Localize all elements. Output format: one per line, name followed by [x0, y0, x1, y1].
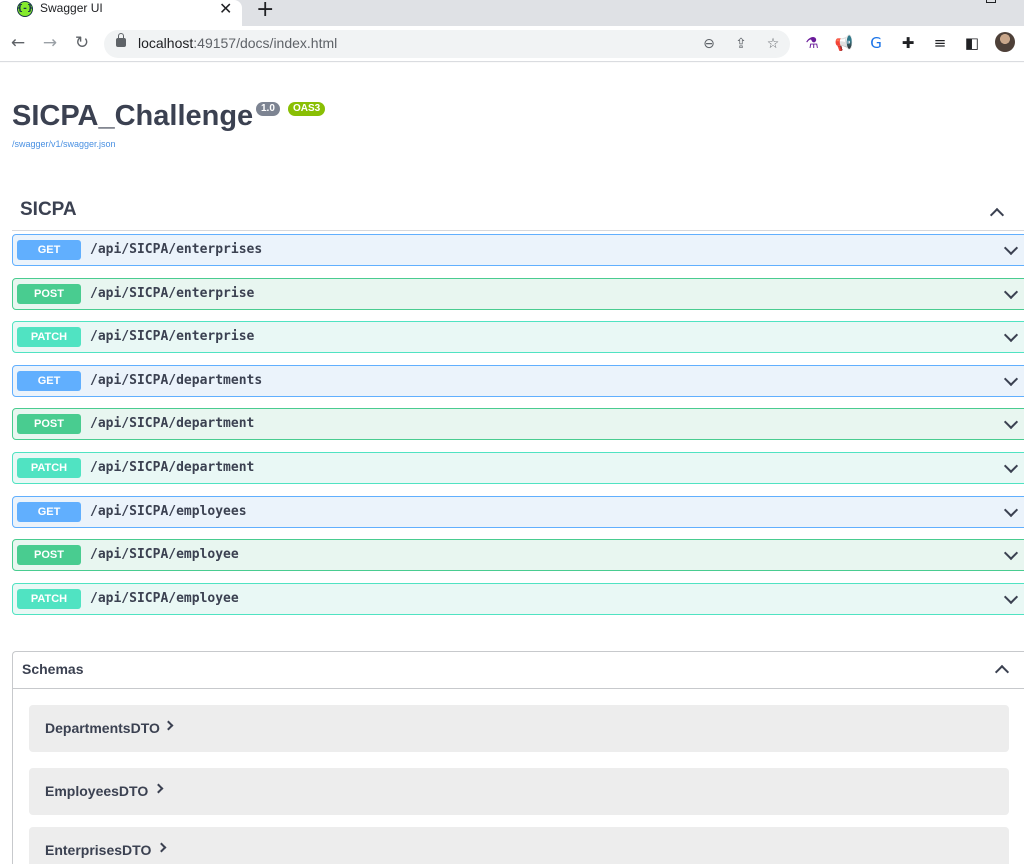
opblock-post[interactable]: POST/api/SICPA/enterprise: [12, 278, 1024, 310]
endpoint-path: /api/SICPA/employee: [90, 591, 239, 606]
expand-chevron-down-icon[interactable]: [1003, 502, 1019, 518]
opblock-patch[interactable]: PATCH/api/SICPA/department: [12, 452, 1024, 484]
browser-tab-bar: {-} Swagger UI ✕ +: [0, 0, 1024, 26]
schema-model-name: DepartmentsDTO: [45, 720, 160, 736]
endpoint-path: /api/SICPA/employee: [90, 547, 239, 562]
expand-chevron-down-icon[interactable]: [1003, 371, 1019, 387]
opblock-post[interactable]: POST/api/SICPA/department: [12, 408, 1024, 440]
zoom-icon[interactable]: ⊖: [698, 33, 720, 55]
expand-chevron-down-icon[interactable]: [1003, 327, 1019, 343]
address-bar[interactable]: localhost:49157/docs/index.html ⊖ ⇪ ☆: [104, 30, 790, 58]
http-method-badge: GET: [17, 240, 81, 260]
collapse-chevron-up-icon[interactable]: [989, 207, 1005, 223]
schema-model-row[interactable]: DepartmentsDTO: [29, 705, 1009, 752]
browser-tab[interactable]: {-} Swagger UI ✕: [0, 0, 242, 26]
profile-avatar[interactable]: [995, 32, 1015, 52]
endpoint-path: /api/SICPA/enterprise: [90, 286, 255, 301]
opblock-get[interactable]: GET/api/SICPA/departments: [12, 365, 1024, 397]
new-tab-icon[interactable]: +: [256, 0, 274, 22]
opblock-post[interactable]: POST/api/SICPA/employee: [12, 539, 1024, 571]
expand-chevron-right-icon[interactable]: [153, 783, 164, 794]
url-text: localhost:49157/docs/index.html: [138, 35, 338, 51]
translate-extension-icon[interactable]: G: [864, 31, 888, 55]
endpoint-path: /api/SICPA/department: [90, 460, 255, 475]
megaphone-extension-icon[interactable]: 📢: [832, 31, 856, 55]
version-badge: 1.0: [256, 102, 280, 116]
lock-icon: [116, 33, 126, 47]
schemas-title: Schemas: [22, 661, 84, 677]
opblock-get[interactable]: GET/api/SICPA/enterprises: [12, 234, 1024, 266]
schemas-section: Schemas DepartmentsDTO EmployeesDTO Enterp…: [12, 651, 1024, 864]
expand-chevron-down-icon[interactable]: [1003, 284, 1019, 300]
expand-chevron-right-icon[interactable]: [156, 842, 167, 853]
share-icon[interactable]: ⇪: [730, 33, 752, 55]
expand-chevron-down-icon[interactable]: [1003, 589, 1019, 605]
schema-model-name: EmployeesDTO: [45, 783, 149, 799]
http-method-badge: PATCH: [17, 589, 81, 609]
tag-name: SICPA: [20, 199, 77, 220]
side-panel-icon[interactable]: ◧: [960, 31, 984, 55]
endpoint-path: /api/SICPA/employees: [90, 504, 247, 519]
endpoint-path: /api/SICPA/departments: [90, 373, 263, 388]
extensions-puzzle-icon[interactable]: ✚: [896, 31, 920, 55]
http-method-badge: GET: [17, 502, 81, 522]
expand-chevron-down-icon[interactable]: [1003, 414, 1019, 430]
swagger-page: SICPA_Challenge 1.0 OAS3 /swagger/v1/swa…: [0, 63, 1024, 864]
swagger-favicon-icon: {-}: [17, 1, 33, 17]
collapse-chevron-up-icon[interactable]: [994, 664, 1010, 680]
api-title: SICPA_Challenge: [12, 100, 254, 132]
expand-chevron-right-icon[interactable]: [163, 720, 174, 731]
endpoint-path: /api/SICPA/enterprises: [90, 242, 263, 257]
expand-chevron-down-icon[interactable]: [1003, 545, 1019, 561]
schema-model-row[interactable]: EmployeesDTO: [29, 768, 1009, 815]
back-arrow-icon[interactable]: ←: [6, 31, 30, 55]
flask-extension-icon[interactable]: ⚗: [800, 31, 824, 55]
bookmark-star-icon[interactable]: ☆: [762, 33, 784, 55]
tag-section-header[interactable]: SICPA: [12, 190, 1024, 231]
endpoint-path: /api/SICPA/department: [90, 416, 255, 431]
opblock-get[interactable]: GET/api/SICPA/employees: [12, 496, 1024, 528]
expand-chevron-down-icon[interactable]: [1003, 458, 1019, 474]
reload-icon[interactable]: ↻: [70, 31, 94, 55]
schema-model-row[interactable]: EnterprisesDTO: [29, 827, 1009, 864]
browser-toolbar: ← → ↻ localhost:49157/docs/index.html ⊖ …: [0, 26, 1024, 62]
opblock-patch[interactable]: PATCH/api/SICPA/employee: [12, 583, 1024, 615]
endpoint-path: /api/SICPA/enterprise: [90, 329, 255, 344]
opblock-patch[interactable]: PATCH/api/SICPA/enterprise: [12, 321, 1024, 353]
swagger-json-link[interactable]: /swagger/v1/swagger.json: [12, 139, 116, 149]
schemas-header[interactable]: Schemas: [13, 652, 1024, 689]
media-playlist-icon[interactable]: ≡: [928, 31, 952, 55]
window-restore-icon[interactable]: [986, 0, 996, 3]
http-method-badge: POST: [17, 545, 81, 565]
close-tab-icon[interactable]: ✕: [219, 0, 232, 18]
oas-badge: OAS3: [288, 102, 326, 116]
http-method-badge: PATCH: [17, 458, 81, 478]
http-method-badge: GET: [17, 371, 81, 391]
schema-model-name: EnterprisesDTO: [45, 842, 152, 858]
http-method-badge: POST: [17, 414, 81, 434]
expand-chevron-down-icon[interactable]: [1003, 240, 1019, 256]
tab-title: Swagger UI: [40, 1, 103, 15]
http-method-badge: POST: [17, 284, 81, 304]
http-method-badge: PATCH: [17, 327, 81, 347]
forward-arrow-icon[interactable]: →: [38, 31, 62, 55]
